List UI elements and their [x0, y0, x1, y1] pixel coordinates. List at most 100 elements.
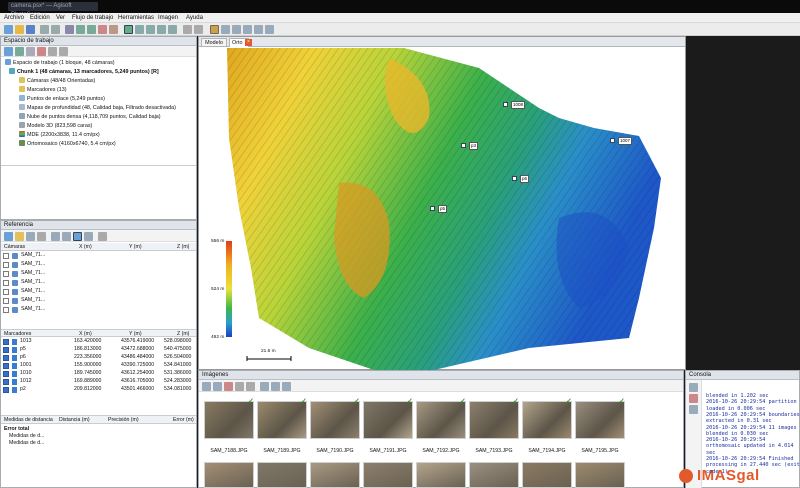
save-icon[interactable]: [26, 25, 35, 34]
workspace-root[interactable]: Espacio de trabajo (1 bloque, 48 cámaras…: [5, 59, 115, 67]
disable-icon[interactable]: [271, 382, 280, 391]
image-thumbnail[interactable]: [416, 462, 466, 488]
open-icon[interactable]: [15, 25, 24, 34]
camera-checkbox[interactable]: [3, 280, 9, 286]
tree-item-model[interactable]: Modelo 3D (823,598 caras): [19, 122, 92, 130]
tree-item-depthmaps[interactable]: Mapas de profundidad (48, Calidad baja, …: [19, 104, 176, 112]
marker-flag-icon[interactable]: [461, 143, 466, 148]
image-thumbnail[interactable]: [522, 401, 572, 439]
tree-item-cameras[interactable]: Cámaras (48/48 Orientadas): [19, 77, 95, 85]
camera-row-label[interactable]: SAM_71...: [21, 279, 45, 286]
undo-icon[interactable]: [40, 25, 49, 34]
convert-icon[interactable]: [26, 232, 35, 241]
camera-checkbox[interactable]: [3, 271, 9, 277]
rotate-left-icon[interactable]: [235, 382, 244, 391]
save-log-icon[interactable]: [689, 383, 698, 392]
redo-icon[interactable]: [51, 25, 60, 34]
add-image-icon[interactable]: [202, 382, 211, 391]
add-chunk-icon[interactable]: [4, 47, 13, 56]
dense-cloud-icon[interactable]: [146, 25, 155, 34]
marker-flag-icon[interactable]: [430, 206, 435, 211]
marker-flag-icon[interactable]: [503, 102, 508, 107]
image-thumbnail[interactable]: [363, 401, 413, 439]
camera-checkbox[interactable]: [3, 262, 9, 268]
tree-item-ortho[interactable]: Ortomosaico (4160x6740, 5.4 cm/px): [19, 140, 116, 148]
update-icon[interactable]: [51, 232, 60, 241]
optimize-icon[interactable]: [37, 232, 46, 241]
add-photos-icon[interactable]: [15, 47, 24, 56]
scalebar-row[interactable]: Medidas de d...: [9, 433, 44, 440]
polygon-icon[interactable]: [232, 25, 241, 34]
view-errors-icon[interactable]: [84, 232, 93, 241]
marker-checkbox[interactable]: [3, 363, 9, 369]
camera-row-label[interactable]: SAM_71...: [21, 288, 45, 295]
marker-checkbox[interactable]: [3, 387, 9, 393]
ortho-toggle-icon[interactable]: [210, 25, 219, 34]
properties-icon[interactable]: [59, 47, 68, 56]
settings-icon[interactable]: [194, 25, 203, 34]
delete-image-icon[interactable]: [224, 382, 233, 391]
image-thumbnail[interactable]: [204, 401, 254, 439]
tree-item-tiepoints[interactable]: Puntos de enlace (5,249 puntos): [19, 95, 105, 103]
marker-checkbox[interactable]: [3, 347, 9, 353]
point-icon[interactable]: [243, 25, 252, 34]
camera-checkbox[interactable]: [3, 253, 9, 259]
camera-checkbox[interactable]: [3, 298, 9, 304]
marker-checkbox[interactable]: [3, 339, 9, 345]
zoom-icon[interactable]: [254, 25, 263, 34]
camera-checkbox[interactable]: [3, 289, 9, 295]
remove-image-icon[interactable]: [213, 382, 222, 391]
tree-item-dem[interactable]: MDE (2200x3838, 11.4 cm/px): [19, 131, 100, 139]
rotate-right-icon[interactable]: [246, 382, 255, 391]
scalebar-row[interactable]: Medidas de d...: [9, 440, 44, 447]
rect-select-icon[interactable]: [76, 25, 85, 34]
image-thumbnail[interactable]: [310, 462, 360, 488]
marker-checkbox[interactable]: [3, 371, 9, 377]
view-estimated-icon[interactable]: [73, 232, 82, 241]
close-tab-icon[interactable]: ×: [245, 39, 252, 46]
image-thumbnail[interactable]: [416, 401, 466, 439]
ruler-icon[interactable]: [221, 25, 230, 34]
camera-row-label[interactable]: SAM_71...: [21, 297, 45, 304]
menu-ver[interactable]: Ver: [56, 14, 65, 22]
image-thumbnail[interactable]: [522, 462, 572, 488]
new-icon[interactable]: [4, 25, 13, 34]
menu-flujo[interactable]: Flujo de trabajo: [72, 14, 113, 22]
marker-checkbox[interactable]: [3, 355, 9, 361]
run-script-icon[interactable]: [689, 405, 698, 414]
menu-edicion[interactable]: Edición: [30, 14, 50, 22]
mesh-icon[interactable]: [157, 25, 166, 34]
add-folder-icon[interactable]: [26, 47, 35, 56]
camera-checkbox[interactable]: [3, 307, 9, 313]
export-icon[interactable]: [15, 232, 24, 241]
circle-select-icon[interactable]: [87, 25, 96, 34]
view-source-icon[interactable]: [62, 232, 71, 241]
image-thumbnail[interactable]: [469, 462, 519, 488]
camera-row-label[interactable]: SAM_71...: [21, 252, 45, 259]
navigation-icon[interactable]: [65, 25, 74, 34]
marker-checkbox[interactable]: [3, 379, 9, 385]
tree-item-markers[interactable]: Marcadores (13): [19, 86, 67, 94]
camera-row-label[interactable]: SAM_71...: [21, 261, 45, 268]
menu-herramientas[interactable]: Herramientas: [118, 14, 154, 22]
import-icon[interactable]: [4, 232, 13, 241]
model-view-icon[interactable]: [124, 25, 133, 34]
ortho-view[interactable]: Modelo Orto × 556 m 524 m 492 m 21.6 m 1…: [198, 36, 686, 370]
menu-imagen[interactable]: Imagen: [158, 14, 178, 22]
camera-row-label[interactable]: SAM_71...: [21, 270, 45, 277]
delete-icon[interactable]: [109, 25, 118, 34]
move-icon[interactable]: [265, 25, 274, 34]
image-thumbnail[interactable]: [469, 401, 519, 439]
crop-icon[interactable]: [98, 25, 107, 34]
enable-icon[interactable]: [260, 382, 269, 391]
image-thumbnail[interactable]: [257, 462, 307, 488]
tab-model[interactable]: Modelo: [201, 38, 227, 47]
menu-archivo[interactable]: Archivo: [4, 14, 24, 22]
clear-log-icon[interactable]: [689, 394, 698, 403]
image-thumbnail[interactable]: [310, 401, 360, 439]
marker-flag-icon[interactable]: [610, 138, 615, 143]
camera-row-label[interactable]: SAM_71...: [21, 306, 45, 313]
menu-ayuda[interactable]: Ayuda: [186, 14, 203, 22]
image-thumbnail[interactable]: [363, 462, 413, 488]
remove-icon[interactable]: [37, 47, 46, 56]
